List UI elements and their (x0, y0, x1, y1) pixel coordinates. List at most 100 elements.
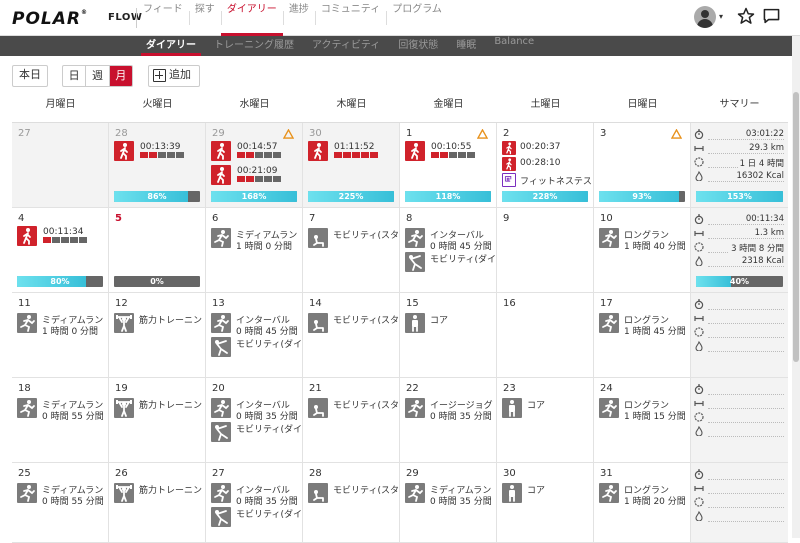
today-button[interactable]: 本日 (12, 65, 48, 87)
dotted-leader (708, 408, 784, 409)
day-number: 7 (309, 213, 316, 224)
day-cell[interactable]: 28 モビリティ(スタ (303, 463, 400, 543)
subnav-item-1[interactable]: トレーニング履歴 (205, 36, 303, 56)
nav-item-5[interactable]: プログラム (386, 0, 448, 36)
chat-icon[interactable] (763, 8, 780, 24)
dotted-leader (708, 337, 784, 338)
zone-segment (264, 176, 272, 182)
day-cell[interactable]: 17 ロングラン 1 時間 45 分間 (594, 293, 691, 378)
running-icon-glyph (214, 230, 229, 247)
day-cell[interactable]: 13 インターバル 0 時間 45 分間 モビリティ(ダイ (206, 293, 303, 378)
day-cell[interactable]: 11 ミディアムラン 1 時間 0 分間 (12, 293, 109, 378)
day-cell[interactable]: 19 筋力トレーニン (109, 378, 206, 463)
day-cell[interactable]: 29 ミディアムラン 0 時間 35 分間 (400, 463, 497, 543)
day-cell[interactable]: 31 ロングラン 1 時間 20 分間 (594, 463, 691, 543)
day-number: 15 (406, 298, 419, 309)
day-number: 1 (406, 128, 413, 139)
zone-segment (273, 152, 281, 158)
summary-duration: 00:11:34 (694, 214, 784, 226)
day-cell[interactable]: 4 00:11:34 80% (12, 208, 109, 293)
nav-item-2[interactable]: ダイアリー (220, 0, 283, 36)
zone-segment (449, 152, 457, 158)
day-cell[interactable]: 15 コア (400, 293, 497, 378)
session-duration: 0 時間 35 分間 (430, 497, 492, 507)
day-cell[interactable]: 30 01:11:52 225% (303, 123, 400, 208)
day-number: 22 (406, 383, 419, 394)
running-icon (405, 483, 425, 503)
running-icon (405, 228, 425, 248)
strength-icon-glyph (116, 315, 132, 332)
day-cell[interactable]: 16 (497, 293, 594, 378)
walking-icon (211, 165, 231, 185)
day-cell[interactable]: 1 00:10:55 118% (400, 123, 497, 208)
running-icon (599, 483, 619, 503)
day-cell[interactable]: 7 モビリティ(スタ (303, 208, 400, 293)
add-button[interactable]: 追加 (148, 65, 200, 87)
weekday-header-row: 月曜日 火曜日 水曜日 木曜日 金曜日 土曜日 日曜日 サマリー (12, 95, 788, 117)
zone-segment (52, 237, 60, 243)
day-cell[interactable]: 10 ロングラン 1 時間 40 分間 (594, 208, 691, 293)
star-icon[interactable] (737, 7, 755, 25)
progress-label: 80% (50, 277, 70, 286)
day-number: 30 (503, 468, 516, 479)
nav-item-3[interactable]: 進捗 (282, 0, 315, 36)
nav-item-0[interactable]: フィード (137, 0, 189, 36)
day-cell[interactable]: 28 00:13:39 86% (109, 123, 206, 208)
weekday-header-2: 水曜日 (239, 99, 270, 110)
day-cell[interactable]: 14 モビリティ(スタ (303, 293, 400, 378)
user-avatar-icon[interactable] (694, 6, 716, 28)
core-icon (502, 398, 522, 418)
day-number: 4 (18, 213, 25, 224)
day-cell[interactable]: 2 00:20:37 00:28:10 フィットネステス 228% (497, 123, 594, 208)
stretching-icon (405, 252, 425, 272)
nav-item-1[interactable]: 探す (188, 0, 221, 36)
strength-icon (114, 313, 134, 333)
running-icon (211, 228, 231, 248)
nav-item-4[interactable]: コミュニティ (314, 0, 386, 36)
day-cell[interactable]: 27 インターバル 0 時間 35 分間 モビリティ(ダイ (206, 463, 303, 543)
day-cell[interactable]: 22 イージージョグ 0 時間 35 分間 (400, 378, 497, 463)
day-cell[interactable]: 21 モビリティ(スタ (303, 378, 400, 463)
subnav-item-0[interactable]: ダイアリー (137, 36, 205, 56)
core-icon-glyph (412, 315, 418, 332)
subnav-item-5[interactable]: Balance (485, 36, 543, 56)
day-cell[interactable]: 5 0% (109, 208, 206, 293)
day-cell[interactable]: 25 ミディアムラン 0 時間 55 分間 (12, 463, 109, 543)
session-name: 筋力トレーニン (139, 486, 203, 496)
day-cell[interactable]: 23 コア (497, 378, 594, 463)
day-cell[interactable]: 6 ミディアムラン 1 時間 0 分間 (206, 208, 303, 293)
subnav-item-3[interactable]: 回復状態 (389, 36, 447, 56)
summary-calories (694, 341, 784, 353)
day-cell[interactable]: 24 ロングラン 1 時間 15 分間 (594, 378, 691, 463)
session-duration: 0 時間 35 分間 (236, 412, 298, 422)
chevron-down-icon[interactable]: ▾ (719, 12, 723, 21)
day-cell[interactable]: 30 コア (497, 463, 594, 543)
view-option-2[interactable]: 月 (109, 66, 132, 86)
add-button-label: 追加 (169, 68, 191, 81)
view-option-1[interactable]: 週 (86, 66, 110, 86)
heart-rate-zones (431, 152, 475, 158)
subnav-item-2[interactable]: アクティビティ (303, 36, 389, 56)
day-cell[interactable]: 29 00:14:57 00:21:09 168% (206, 123, 303, 208)
scrollbar-thumb[interactable] (793, 92, 799, 362)
day-cell[interactable]: 3 93% (594, 123, 691, 208)
day-number: 13 (212, 298, 225, 309)
day-cell[interactable]: 26 筋力トレーニン (109, 463, 206, 543)
month-calendar-grid: 27 28 00:13:39 86% 29 00:14:57 00:21:09 168% 30 0… (12, 122, 788, 543)
scrollbar[interactable] (792, 36, 800, 538)
summary-distance (694, 483, 784, 495)
day-cell[interactable]: 12 筋力トレーニン (109, 293, 206, 378)
session-name: モビリティ(ダイ (236, 510, 302, 520)
view-option-0[interactable]: 日 (63, 66, 87, 86)
session-duration: 1 時間 15 分間 (624, 412, 686, 422)
day-cell[interactable]: 27 (12, 123, 109, 208)
daily-progress-bar: 80% (17, 276, 103, 287)
day-cell[interactable]: 8 インターバル 0 時間 45 分間 モビリティ(ダイ (400, 208, 497, 293)
day-cell[interactable]: 9 (497, 208, 594, 293)
day-cell[interactable]: 18 ミディアムラン 0 時間 55 分間 (12, 378, 109, 463)
running-icon (405, 398, 425, 418)
polar-logo[interactable]: POLAR® (12, 9, 88, 29)
day-number: 3 (600, 128, 607, 139)
subnav-item-4[interactable]: 睡眠 (447, 36, 485, 56)
day-cell[interactable]: 20 インターバル 0 時間 35 分間 モビリティ(ダイ (206, 378, 303, 463)
